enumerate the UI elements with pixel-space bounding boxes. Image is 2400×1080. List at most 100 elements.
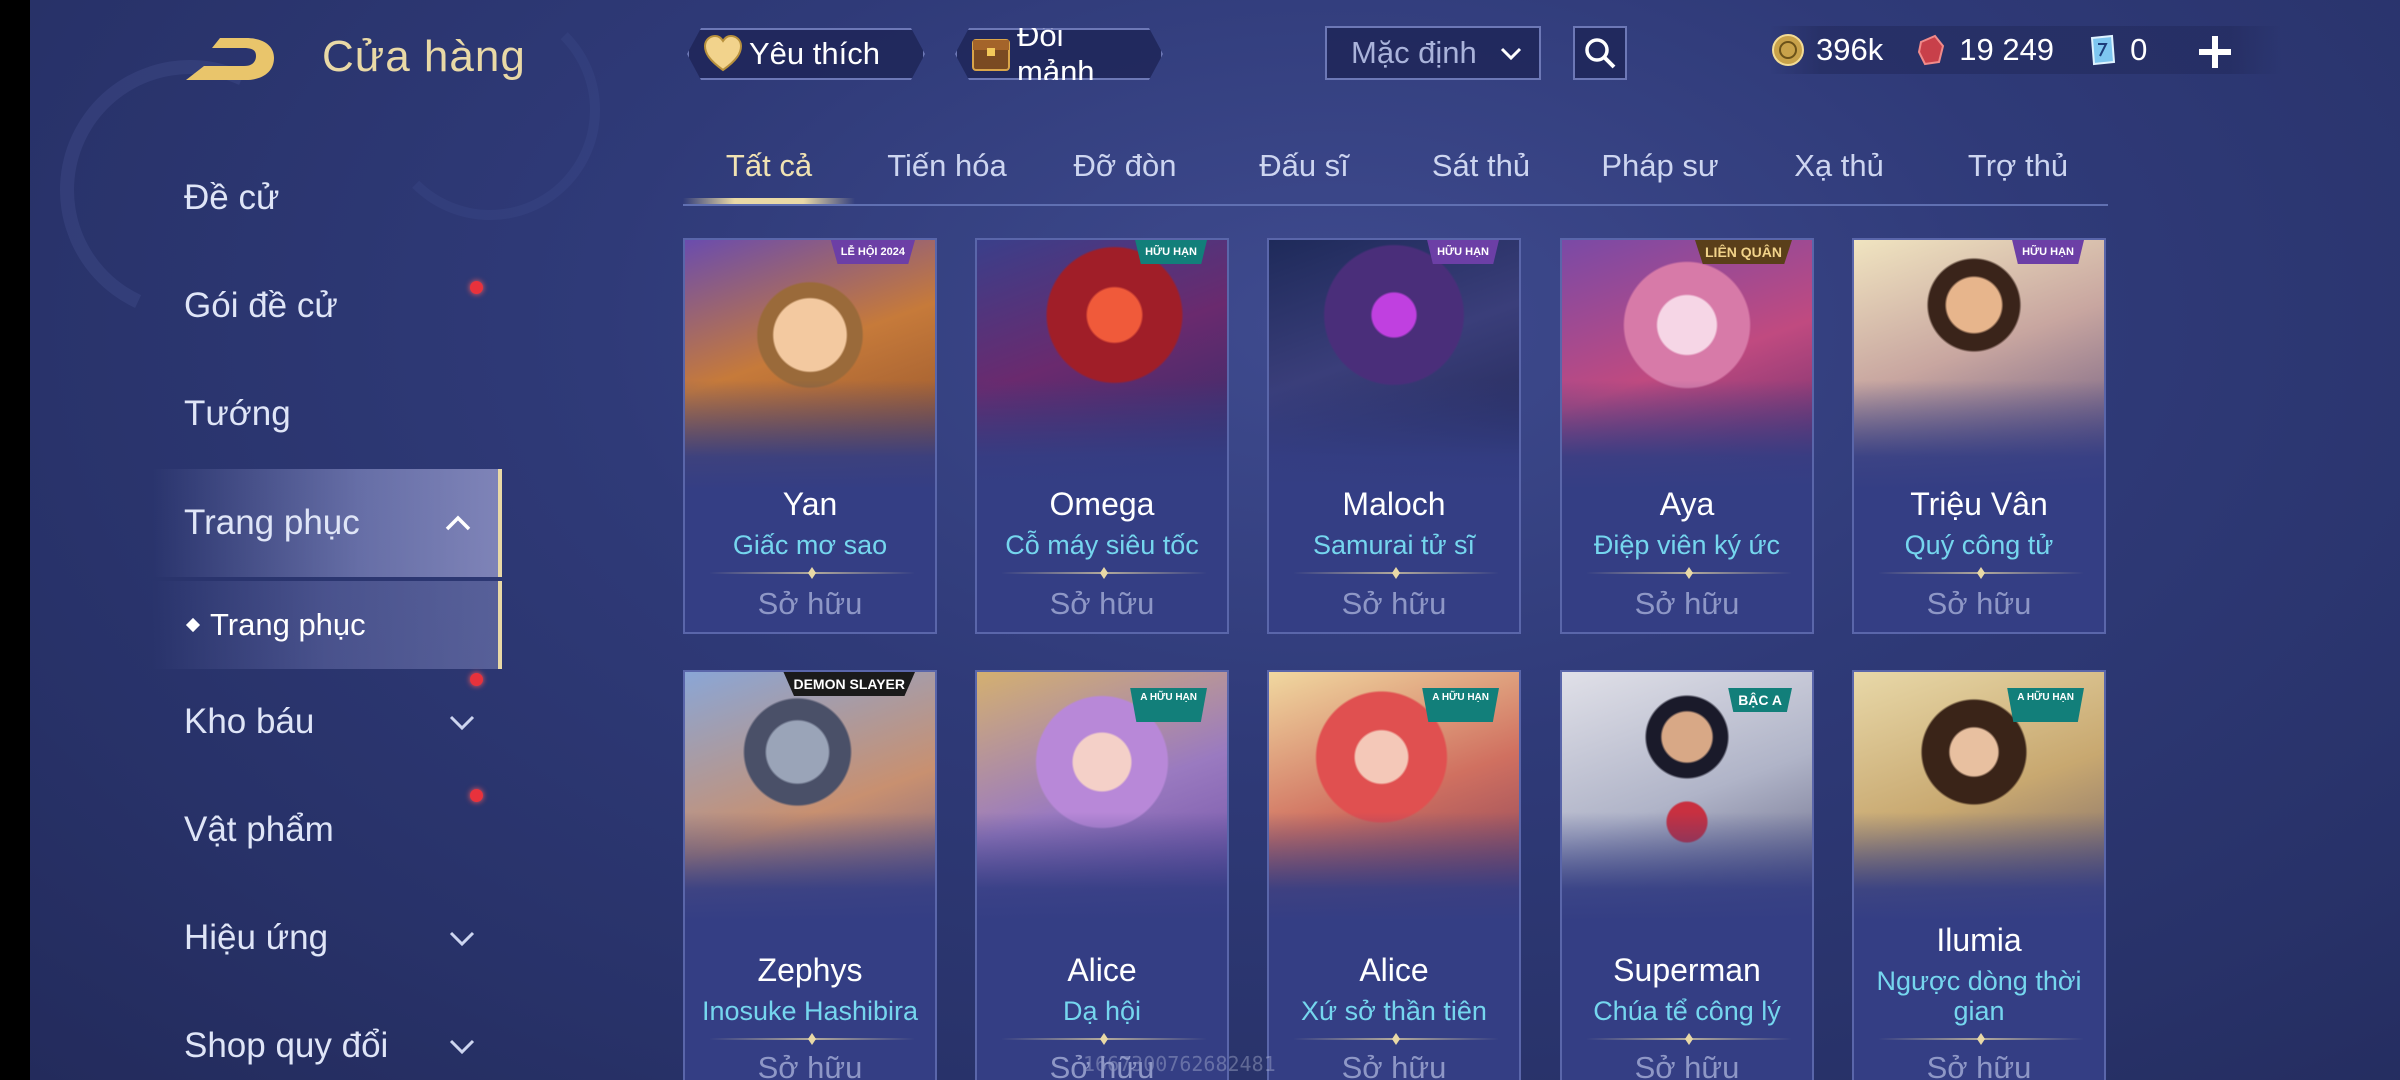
sidebar-item-heroes[interactable]: Tướng — [152, 369, 502, 459]
sidebar-item-label: Gói đề cử — [184, 286, 338, 325]
favorite-button[interactable]: Yêu thích — [687, 28, 925, 80]
plus-icon — [2199, 36, 2231, 68]
chevron-down-icon — [449, 931, 475, 947]
back-button[interactable] — [182, 32, 282, 88]
tab-all[interactable]: Tất cả — [684, 148, 854, 184]
tab-tank[interactable]: Đỡ đòn — [1040, 148, 1210, 184]
ownership-status: Sở hữu — [1341, 1050, 1447, 1080]
skin-artwork — [1269, 240, 1519, 490]
skin-card[interactable]: LỄ HỘI 2024 Yan Giấc mơ sao Sở hữu — [683, 238, 937, 634]
hero-name: Aya — [1659, 486, 1715, 522]
skin-name: Inosuke Hashibira — [701, 996, 919, 1026]
sidebar-item-exchange-shop[interactable]: Shop quy đổi — [152, 1001, 502, 1080]
skin-name: Cỗ máy siêu tốc — [1005, 530, 1199, 560]
hero-name: Superman — [1613, 952, 1761, 988]
skin-artwork — [977, 240, 1227, 490]
hero-name: Alice — [1359, 952, 1429, 988]
skin-badge: DEMON SLAYER — [783, 672, 915, 696]
ruby-currency: 19 249 — [1913, 32, 2054, 68]
skin-card[interactable]: BẬC A Superman Chúa tể công lý Sở hữu — [1560, 670, 1814, 1080]
search-icon — [1585, 38, 1616, 69]
sort-dropdown[interactable]: Mặc định — [1325, 26, 1541, 80]
card-divider — [1586, 1038, 1792, 1040]
sidebar-item-bundles[interactable]: Gói đề cử — [152, 261, 502, 351]
card-divider — [709, 572, 915, 574]
skin-name: Chúa tể công lý — [1593, 996, 1781, 1026]
ownership-status: Sở hữu — [757, 1050, 863, 1080]
tab-fighter[interactable]: Đấu sĩ — [1219, 148, 1389, 184]
skin-badge: A HỮU HẠN — [1130, 688, 1207, 722]
skin-card[interactable]: HỮU HẠN Triệu Vân Quý công tử Sở hữu — [1852, 238, 2106, 634]
hero-name: Alice — [1067, 952, 1137, 988]
skin-card[interactable]: A HỮU HẠN Ilumia Ngược dòng thời gian Sở… — [1852, 670, 2106, 1080]
skin-card[interactable]: DEMON SLAYER Zephys Inosuke Hashibira Sở… — [683, 670, 937, 1080]
active-tab-indicator — [683, 198, 855, 204]
tab-evolution[interactable]: Tiến hóa — [862, 148, 1032, 184]
skin-badge: A HỮU HẠN — [1422, 688, 1499, 722]
skin-card[interactable]: A HỮU HẠN Alice Xứ sở thần tiên Sở hữu — [1267, 670, 1521, 1080]
chevron-down-icon — [449, 715, 475, 731]
sidebar-item-recommended[interactable]: Đề cử — [152, 153, 502, 243]
ruby-amount: 19 249 — [1959, 32, 2055, 67]
sidebar-item-label: Trang phục — [184, 503, 360, 542]
card-divider — [709, 1038, 915, 1040]
skin-badge: BẬC A — [1728, 688, 1792, 712]
sidebar-item-effects[interactable]: Hiệu ứng — [152, 893, 502, 983]
shard-exchange-button[interactable]: Đổi mảnh — [955, 28, 1163, 80]
tab-marksman[interactable]: Xạ thủ — [1754, 148, 1924, 184]
ownership-status: Sở hữu — [1634, 586, 1740, 621]
tab-mage[interactable]: Pháp sư — [1575, 148, 1745, 184]
sidebar-item-treasure[interactable]: Kho báu — [152, 673, 502, 767]
skin-badge: HỮU HẠN — [2012, 240, 2084, 264]
add-currency-button[interactable] — [2195, 32, 2235, 72]
skin-name: Giấc mơ sao — [732, 530, 888, 560]
skin-name: Điệp viên ký ức — [1593, 530, 1781, 560]
skin-artwork — [1854, 240, 2104, 490]
tab-assassin[interactable]: Sát thủ — [1396, 148, 1566, 184]
gold-currency: 396k — [1770, 32, 1883, 68]
skin-badge: LIÊN QUÂN — [1695, 240, 1792, 264]
search-button[interactable] — [1573, 26, 1627, 80]
skin-badge: LỄ HỘI 2024 — [830, 240, 915, 264]
hero-name: Ilumia — [1936, 922, 2022, 958]
skin-card[interactable]: HỮU HẠN Omega Cỗ máy siêu tốc Sở hữu — [975, 238, 1229, 634]
skin-badge: A HỮU HẠN — [2007, 688, 2084, 722]
sidebar-item-label: Kho báu — [184, 702, 315, 741]
skin-card[interactable]: A HỮU HẠN Alice Dạ hội Sở hữu — [975, 670, 1229, 1080]
skin-card[interactable]: HỮU HẠN Maloch Samurai tử sĩ Sở hữu — [1267, 238, 1521, 634]
sort-value: Mặc định — [1351, 35, 1477, 70]
card-divider — [1586, 572, 1792, 574]
gold-coin-icon — [1770, 32, 1806, 68]
skin-badge: HỮU HẠN — [1135, 240, 1207, 264]
bullet-icon — [185, 617, 201, 633]
sidebar-item-items[interactable]: Vật phẩm — [152, 785, 502, 875]
card-divider — [1878, 1038, 2084, 1040]
ownership-status: Sở hữu — [1926, 586, 2032, 621]
sidebar-item-label: Shop quy đổi — [184, 1026, 389, 1065]
chevron-down-icon — [449, 1039, 475, 1055]
card-divider — [1001, 1038, 1207, 1040]
voucher-icon — [2084, 32, 2120, 68]
card-divider — [1001, 572, 1207, 574]
ownership-status: Sở hữu — [757, 586, 863, 621]
sidebar-item-skins[interactable]: Trang phục — [152, 469, 502, 577]
shard-exchange-label: Đổi mảnh — [1017, 18, 1095, 89]
tab-support[interactable]: Trợ thủ — [1933, 148, 2103, 184]
voucher-currency: 0 — [2084, 32, 2147, 68]
sidebar-subitem-skins[interactable]: Trang phục — [152, 581, 502, 669]
notification-dot — [470, 673, 483, 686]
hero-name: Triệu Vân — [1910, 486, 2048, 522]
voucher-amount: 0 — [2130, 32, 2148, 67]
skin-card[interactable]: LIÊN QUÂN Aya Điệp viên ký ức Sở hữu — [1560, 238, 1814, 634]
skin-artwork — [685, 672, 935, 922]
skin-artwork — [1562, 240, 1812, 490]
card-divider — [1293, 572, 1499, 574]
heart-icon — [701, 32, 745, 76]
ownership-status: Sở hữu — [1634, 1050, 1740, 1080]
skin-name: Xứ sở thần tiên — [1301, 996, 1487, 1026]
sidebar-item-label: Tướng — [184, 394, 291, 433]
back-arrow-icon — [186, 38, 274, 80]
hero-name: Omega — [1049, 486, 1155, 522]
hero-name: Yan — [782, 486, 838, 522]
sidebar-subitem-label: Trang phục — [210, 607, 366, 642]
